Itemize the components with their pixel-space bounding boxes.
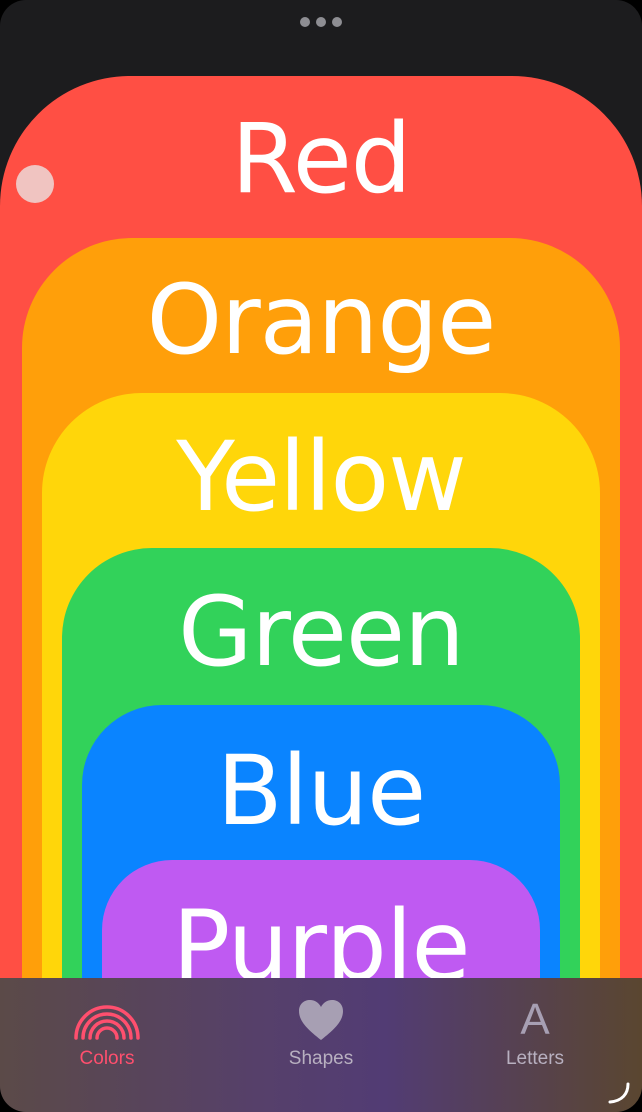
tab-label-colors: Colors — [79, 1048, 135, 1069]
card-label-green: Green — [178, 576, 465, 688]
tab-colors[interactable]: Colors — [7, 978, 207, 1088]
card-label-yellow: Yellow — [176, 421, 467, 533]
dot — [300, 17, 310, 27]
card-label-blue: Blue — [216, 735, 426, 847]
card-label-purple: Purple — [172, 890, 470, 1002]
heart-icon — [286, 996, 356, 1044]
app-window: Red Orange Yellow Green Blue Purple Colo… — [0, 0, 642, 1112]
card-label-orange: Orange — [146, 264, 497, 376]
letter-a-icon: A — [500, 996, 570, 1044]
pointer-cursor — [16, 165, 54, 203]
card-label-red: Red — [231, 103, 411, 215]
tab-label-shapes: Shapes — [288, 1048, 354, 1069]
tab-letters[interactable]: A Letters — [435, 978, 635, 1088]
dot — [316, 17, 326, 27]
window-resize-handle-icon[interactable] — [606, 1080, 632, 1106]
window-menu-ellipsis-icon[interactable] — [300, 17, 344, 29]
letter-a-glyph: A — [520, 995, 550, 1044]
tab-shapes[interactable]: Shapes — [221, 978, 421, 1088]
tab-bar: Colors Shapes A Letters — [0, 978, 642, 1112]
tab-label-letters: Letters — [505, 1048, 565, 1069]
dot — [332, 17, 342, 27]
rainbow-icon — [72, 996, 142, 1044]
